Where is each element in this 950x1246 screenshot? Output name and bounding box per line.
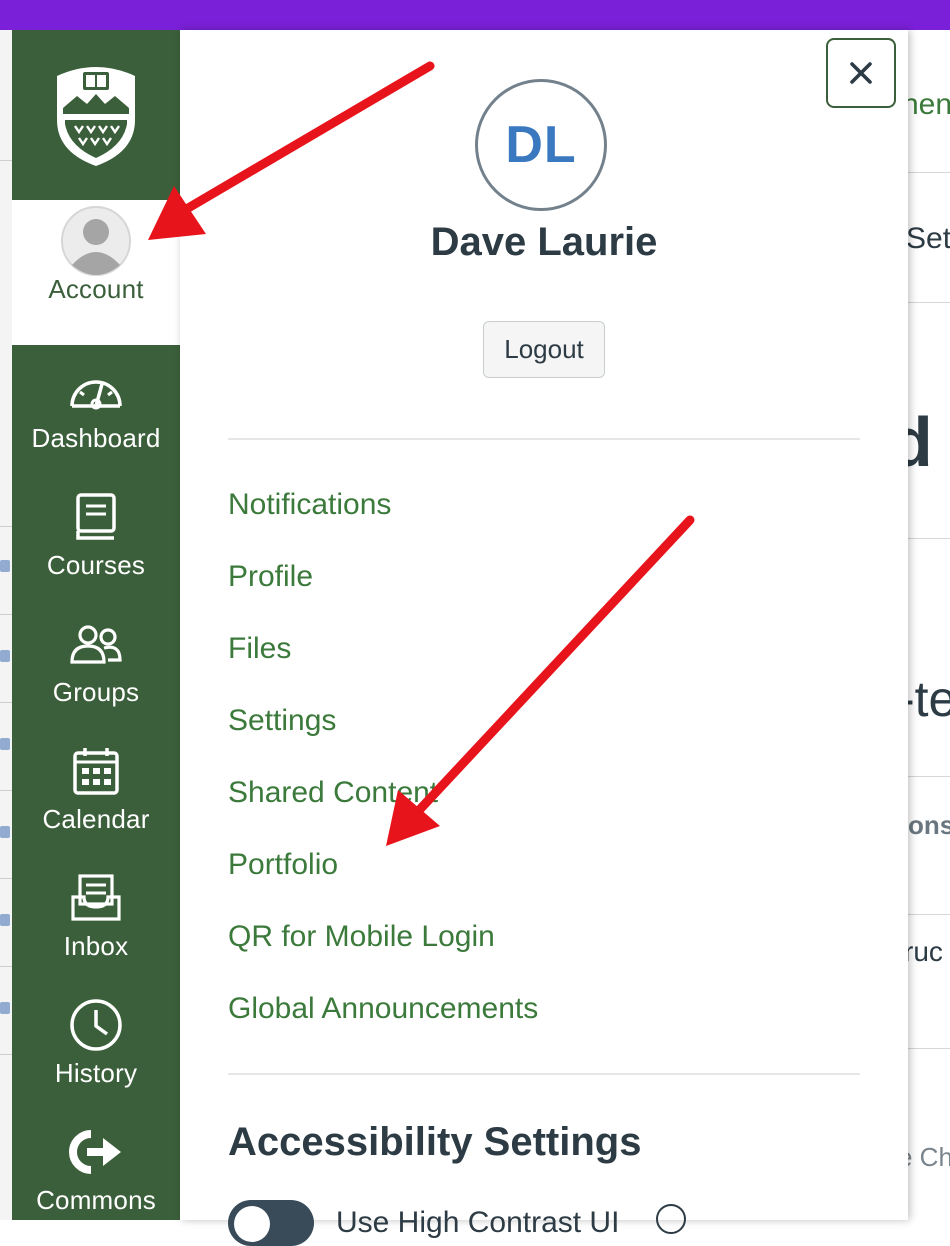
people-icon: [70, 625, 122, 664]
speedometer-icon: [70, 380, 122, 410]
nav-label: Calendar: [42, 804, 150, 834]
user-avatar-icon: [61, 206, 131, 276]
background-text: -te: [908, 671, 950, 727]
nav-item-inbox[interactable]: Inbox: [12, 853, 180, 980]
divider: [0, 702, 12, 703]
user-avatar: DL: [475, 79, 607, 211]
link-qr-mobile-login[interactable]: QR for Mobile Login: [228, 920, 495, 954]
clock-icon: [70, 999, 122, 1051]
close-tray-button[interactable]: [826, 38, 896, 108]
nav-item-groups[interactable]: Groups: [12, 599, 180, 726]
institution-logo[interactable]: [12, 30, 180, 200]
background-text: ruc: [908, 936, 943, 967]
link-profile[interactable]: Profile: [228, 560, 313, 594]
nav-label: Courses: [46, 550, 146, 580]
nav-item-courses[interactable]: Courses: [12, 472, 180, 599]
link-global-announcements[interactable]: Global Announcements: [228, 992, 538, 1026]
background-text: Set: [908, 222, 950, 255]
link-settings[interactable]: Settings: [228, 704, 336, 738]
nav-label: Groups: [52, 677, 140, 707]
link-files[interactable]: Files: [228, 632, 291, 666]
browser-top-bar: [0, 0, 950, 30]
avatar-initials: DL: [505, 116, 577, 174]
divider: [228, 438, 860, 440]
divider: [0, 160, 12, 161]
nav-label: Dashboard: [31, 423, 161, 453]
link-shared-content[interactable]: Shared Content: [228, 776, 438, 810]
inbox-icon: [71, 874, 121, 921]
high-contrast-toggle[interactable]: [228, 1200, 314, 1246]
nav-label: History: [54, 1058, 138, 1088]
divider: [0, 966, 12, 967]
background-text: nen: [908, 88, 950, 121]
divider: [0, 878, 12, 879]
logout-button[interactable]: Logout: [483, 321, 605, 378]
link-fragment: [0, 914, 10, 926]
link-notifications[interactable]: Notifications: [228, 488, 391, 522]
nav-item-account[interactable]: Account: [12, 200, 180, 345]
accessibility-settings-heading: Accessibility Settings: [228, 1120, 642, 1164]
link-fragment: [0, 650, 10, 662]
divider: [908, 914, 950, 915]
info-icon[interactable]: [656, 1204, 686, 1234]
link-portfolio[interactable]: Portfolio: [228, 848, 338, 882]
global-navigation: Account Dashboard Courses Groups Calenda…: [12, 30, 180, 1220]
nav-item-commons[interactable]: Commons: [12, 1107, 180, 1234]
calendar-icon: [73, 748, 119, 795]
background-text: d: [908, 403, 933, 481]
nav-item-calendar[interactable]: Calendar: [12, 726, 180, 853]
account-tray: DL Dave Laurie Logout Notifications Prof…: [180, 30, 908, 1246]
nav-label: Inbox: [63, 931, 129, 961]
toggle-knob: [234, 1206, 270, 1242]
link-fragment: [0, 560, 10, 572]
background-text: ons: [908, 810, 950, 840]
divider: [908, 172, 950, 173]
background-text: e Ch: [908, 1142, 950, 1172]
divider: [908, 1048, 950, 1049]
divider: [908, 538, 950, 539]
divider: [228, 1073, 860, 1075]
underlying-course-page: nen Set d -te ons ruc e Ch: [908, 30, 950, 1220]
high-contrast-label: Use High Contrast UI: [336, 1206, 620, 1239]
nav-item-history[interactable]: History: [12, 980, 180, 1107]
divider: [0, 526, 12, 527]
link-fragment: [0, 738, 10, 750]
nav-label: Account: [48, 274, 144, 304]
commons-icon: [69, 1130, 121, 1174]
divider: [0, 1054, 12, 1055]
link-fragment: [0, 826, 10, 838]
divider: [908, 776, 950, 777]
user-name: Dave Laurie: [430, 220, 658, 264]
nav-label: Commons: [36, 1185, 156, 1215]
shield-logo-icon: [57, 67, 135, 166]
divider: [0, 790, 12, 791]
nav-item-dashboard[interactable]: Dashboard: [12, 345, 180, 472]
link-fragment: [0, 1002, 10, 1014]
divider: [908, 302, 950, 303]
book-icon: [76, 493, 116, 540]
close-icon: [850, 62, 872, 84]
divider: [0, 614, 12, 615]
